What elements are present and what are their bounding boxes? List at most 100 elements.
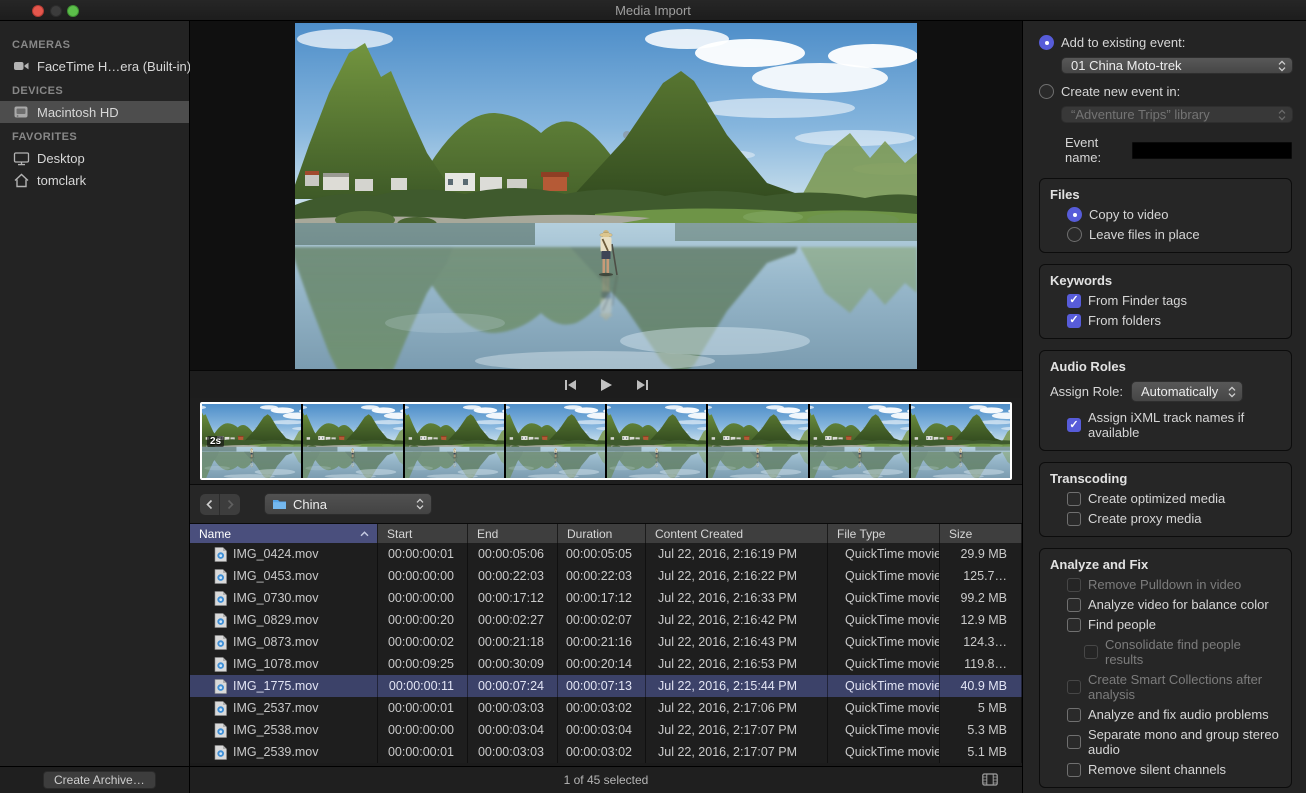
table-row[interactable]: IMG_2539.mov 00:00:00:01 00:00:03:03 00:… bbox=[190, 741, 1022, 763]
folder-popup-menu[interactable]: China bbox=[264, 493, 432, 515]
table-header: Name Start End Duration Content Created … bbox=[190, 524, 1022, 543]
filmstrip-frame[interactable] bbox=[607, 404, 706, 478]
preview-photo bbox=[295, 23, 917, 369]
filmstrip-area: 2s bbox=[190, 398, 1022, 484]
column-header-end[interactable]: End bbox=[468, 524, 558, 543]
chevron-up-down-icon bbox=[416, 498, 424, 510]
movie-file-icon bbox=[214, 745, 227, 760]
assign-role-popup[interactable]: Automatically bbox=[1131, 381, 1243, 402]
minimize-window-icon[interactable] bbox=[50, 5, 62, 17]
home-icon bbox=[13, 173, 30, 188]
from-folders-checkbox[interactable]: ✓ bbox=[1067, 314, 1081, 328]
separate-mono-checkbox[interactable] bbox=[1067, 735, 1081, 749]
filmstrip-frame[interactable] bbox=[405, 404, 504, 478]
filmstrip-frame[interactable] bbox=[303, 404, 402, 478]
column-header-file-type[interactable]: File Type bbox=[828, 524, 940, 543]
fix-audio-problems-checkbox[interactable] bbox=[1067, 708, 1081, 722]
table-row-selected[interactable]: IMG_1775.mov 00:00:00:11 00:00:07:24 00:… bbox=[190, 675, 1022, 697]
audio-roles-group: Audio Roles Assign Role: Automatically ✓… bbox=[1039, 350, 1292, 451]
movie-file-icon bbox=[214, 591, 227, 606]
table-row[interactable]: IMG_1078.mov 00:00:09:25 00:00:30:09 00:… bbox=[190, 653, 1022, 675]
skip-to-end-button[interactable] bbox=[633, 377, 651, 393]
forward-button[interactable] bbox=[220, 494, 240, 515]
filmstrip-icon bbox=[982, 773, 998, 786]
filmstrip-view-toggle-button[interactable] bbox=[982, 773, 998, 791]
sort-ascending-icon bbox=[360, 531, 369, 537]
zoom-window-icon[interactable] bbox=[67, 5, 79, 17]
find-people-checkbox[interactable] bbox=[1067, 618, 1081, 632]
table-row[interactable]: IMG_0453.mov 00:00:00:00 00:00:22:03 00:… bbox=[190, 565, 1022, 587]
create-new-event-radio[interactable] bbox=[1039, 84, 1054, 99]
folder-icon bbox=[272, 498, 287, 510]
back-button[interactable] bbox=[200, 494, 220, 515]
column-header-name[interactable]: Name bbox=[190, 524, 378, 543]
sidebar-item-desktop[interactable]: Desktop bbox=[0, 147, 189, 169]
table-row[interactable]: IMG_0424.mov 00:00:00:01 00:00:05:06 00:… bbox=[190, 543, 1022, 565]
audio-roles-title: Audio Roles bbox=[1050, 359, 1281, 374]
ixml-track-names-checkbox[interactable]: ✓ bbox=[1067, 418, 1081, 432]
sidebar-section-cameras: CAMERAS bbox=[0, 31, 189, 55]
copy-to-video-radio[interactable] bbox=[1067, 207, 1082, 222]
sidebar-item-label: FaceTime H…era (Built-in) bbox=[37, 59, 191, 74]
clip-filmstrip[interactable]: 2s bbox=[200, 402, 1012, 480]
filmstrip-frame[interactable] bbox=[810, 404, 909, 478]
column-header-size[interactable]: Size bbox=[940, 524, 1022, 543]
files-title: Files bbox=[1050, 187, 1281, 202]
table-row[interactable]: IMG_0829.mov 00:00:00:20 00:00:02:27 00:… bbox=[190, 609, 1022, 631]
selection-status: 1 of 45 selected bbox=[190, 773, 1022, 787]
movie-file-icon bbox=[214, 723, 227, 738]
clip-list: IMG_0424.mov 00:00:00:01 00:00:05:06 00:… bbox=[190, 543, 1022, 766]
movie-file-icon bbox=[214, 701, 227, 716]
column-header-start[interactable]: Start bbox=[378, 524, 468, 543]
browser-pane: 2s bbox=[190, 21, 1022, 793]
table-row[interactable]: IMG_2537.mov 00:00:00:01 00:00:03:03 00:… bbox=[190, 697, 1022, 719]
consolidate-find-people-checkbox bbox=[1084, 645, 1098, 659]
sidebar-item-macintosh-hd[interactable]: Macintosh HD bbox=[0, 101, 189, 123]
keywords-title: Keywords bbox=[1050, 273, 1281, 288]
library-popup[interactable]: “Adventure Trips” library bbox=[1061, 106, 1293, 123]
remove-silent-channels-checkbox[interactable] bbox=[1067, 763, 1081, 777]
table-row[interactable]: IMG_0730.mov 00:00:00:00 00:00:17:12 00:… bbox=[190, 587, 1022, 609]
create-optimized-media-checkbox[interactable] bbox=[1067, 492, 1081, 506]
create-new-event-label: Create new event in: bbox=[1061, 84, 1180, 99]
event-name-input[interactable] bbox=[1132, 142, 1292, 159]
hard-drive-icon bbox=[13, 105, 30, 119]
source-sidebar: CAMERAS FaceTime H…era (Built-in) DEVICE… bbox=[0, 21, 190, 793]
create-archive-button[interactable]: Create Archive… bbox=[43, 771, 156, 789]
add-to-existing-event-radio[interactable] bbox=[1039, 35, 1054, 50]
play-button[interactable] bbox=[597, 377, 615, 393]
skip-to-start-button[interactable] bbox=[561, 377, 579, 393]
from-finder-tags-checkbox[interactable]: ✓ bbox=[1067, 294, 1081, 308]
folder-name: China bbox=[293, 497, 410, 512]
filmstrip-frame[interactable] bbox=[708, 404, 807, 478]
title-bar: Media Import bbox=[0, 0, 1306, 21]
status-bar: 1 of 45 selected bbox=[190, 766, 1022, 793]
files-group: Files Copy to video Leave files in place bbox=[1039, 178, 1292, 253]
table-row[interactable]: IMG_0873.mov 00:00:00:02 00:00:21:18 00:… bbox=[190, 631, 1022, 653]
column-header-duration[interactable]: Duration bbox=[558, 524, 646, 543]
analyze-and-fix-group: Analyze and Fix Remove Pulldown in video… bbox=[1039, 548, 1292, 788]
remove-pulldown-checkbox bbox=[1067, 578, 1081, 592]
smart-collections-checkbox bbox=[1067, 680, 1081, 694]
close-window-icon[interactable] bbox=[32, 5, 44, 17]
duration-badge: 2s bbox=[207, 436, 224, 447]
folder-navigation-bar: China bbox=[190, 484, 1022, 524]
analyze-balance-color-checkbox[interactable] bbox=[1067, 598, 1081, 612]
movie-file-icon bbox=[214, 547, 227, 562]
filmstrip-frame[interactable] bbox=[506, 404, 605, 478]
sidebar-item-facetime-camera[interactable]: FaceTime H…era (Built-in) bbox=[0, 55, 189, 77]
column-header-content-created[interactable]: Content Created bbox=[646, 524, 828, 543]
sidebar-item-tomclark[interactable]: tomclark bbox=[0, 169, 189, 191]
table-row[interactable]: IMG_2538.mov 00:00:00:00 00:00:03:04 00:… bbox=[190, 719, 1022, 741]
leave-files-in-place-radio[interactable] bbox=[1067, 227, 1082, 242]
filmstrip-frame[interactable] bbox=[911, 404, 1010, 478]
media-import-window: Media Import CAMERAS FaceTime H…era (Bui… bbox=[0, 0, 1306, 793]
sidebar-item-label: Desktop bbox=[37, 151, 85, 166]
sidebar-section-devices: DEVICES bbox=[0, 77, 189, 101]
keywords-group: Keywords ✓ From Finder tags ✓ From folde… bbox=[1039, 264, 1292, 339]
movie-file-icon bbox=[214, 657, 227, 672]
existing-event-popup[interactable]: 01 China Moto-trek bbox=[1061, 57, 1293, 74]
movie-file-icon bbox=[214, 635, 227, 650]
create-proxy-media-checkbox[interactable] bbox=[1067, 512, 1081, 526]
movie-file-icon bbox=[214, 569, 227, 584]
